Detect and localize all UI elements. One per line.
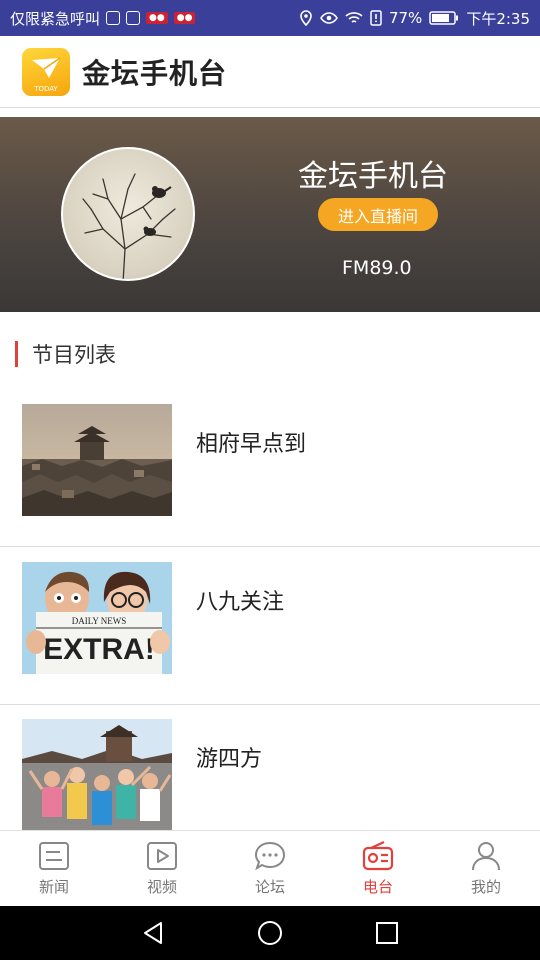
baidu-notification-icon [126, 11, 141, 25]
tab-label: 论坛 [254, 878, 285, 896]
forum-icon [254, 841, 286, 871]
recents-icon[interactable] [375, 921, 399, 945]
app-notification-icon-2: ●● [173, 12, 196, 24]
tab-label: 电台 [362, 878, 393, 896]
program-row[interactable]: DAILY NEWS EXTRA! 八九关注 [0, 548, 540, 705]
battery-percent: 77% [388, 9, 423, 27]
system-nav-bar [0, 906, 540, 960]
clock: 下午2:35 [466, 9, 530, 28]
birds-on-branches-image [82, 173, 176, 279]
station-name: 金坛手机台 [298, 159, 448, 194]
video-icon [147, 842, 177, 870]
back-icon[interactable] [141, 921, 165, 945]
tab-video[interactable]: 视频 [108, 831, 216, 906]
station-banner: 金坛手机台 进入直播间 FM89.0 [0, 117, 540, 312]
section-accent-bar [15, 341, 18, 367]
carrier-text: 仅限紧急呼叫 [10, 9, 101, 28]
tab-label: 新闻 [38, 878, 69, 896]
paper-plane-icon [32, 56, 61, 78]
program-name: 相府早点到 [196, 432, 307, 457]
program-name: 游四方 [196, 747, 263, 772]
app-notification-icon: ●● [146, 12, 168, 24]
home-icon[interactable] [257, 920, 283, 946]
wifi-icon [345, 12, 363, 23]
program-thumbnail [22, 404, 172, 516]
tab-label: 我的 [470, 878, 501, 896]
user-icon [472, 842, 500, 871]
station-frequency: FM89.0 [342, 257, 412, 279]
signal-alert-icon [370, 10, 382, 26]
upload-notification-icon [106, 11, 121, 25]
tab-mine[interactable]: 我的 [432, 831, 540, 906]
news-icon [39, 842, 69, 870]
program-thumbnail [22, 719, 172, 831]
tab-label: 视频 [146, 878, 177, 896]
program-row[interactable]: 相府早点到 [0, 390, 540, 547]
bottom-tab-bar: 新闻 视频 论坛 电台 我的 [0, 830, 540, 906]
program-thumbnail: DAILY NEWS EXTRA! [22, 562, 172, 674]
tab-forum[interactable]: 论坛 [216, 831, 324, 906]
program-name: 八九关注 [196, 590, 285, 615]
enter-live-room-button[interactable]: 进入直播间 [318, 198, 438, 231]
app-logo: TODAY [22, 47, 70, 96]
program-list-header: 节目列表 [15, 336, 116, 372]
radio-icon [362, 841, 394, 871]
tab-radio[interactable]: 电台 [324, 831, 432, 906]
status-bar: 仅限紧急呼叫 ●● ●● 77% 下午2:35 [0, 0, 540, 36]
newspaper-masthead: DAILY NEWS [72, 616, 127, 626]
logo-text: TODAY [34, 84, 58, 93]
tab-news[interactable]: 新闻 [0, 831, 108, 906]
app-header: TODAY 金坛手机台 [0, 36, 540, 108]
battery-icon [429, 11, 459, 25]
newspaper-headline: EXTRA! [43, 633, 155, 666]
page-title: 金坛手机台 [82, 56, 228, 90]
section-title: 节目列表 [32, 343, 116, 367]
eye-icon [320, 12, 338, 24]
location-icon [300, 10, 312, 26]
station-avatar [61, 147, 195, 281]
